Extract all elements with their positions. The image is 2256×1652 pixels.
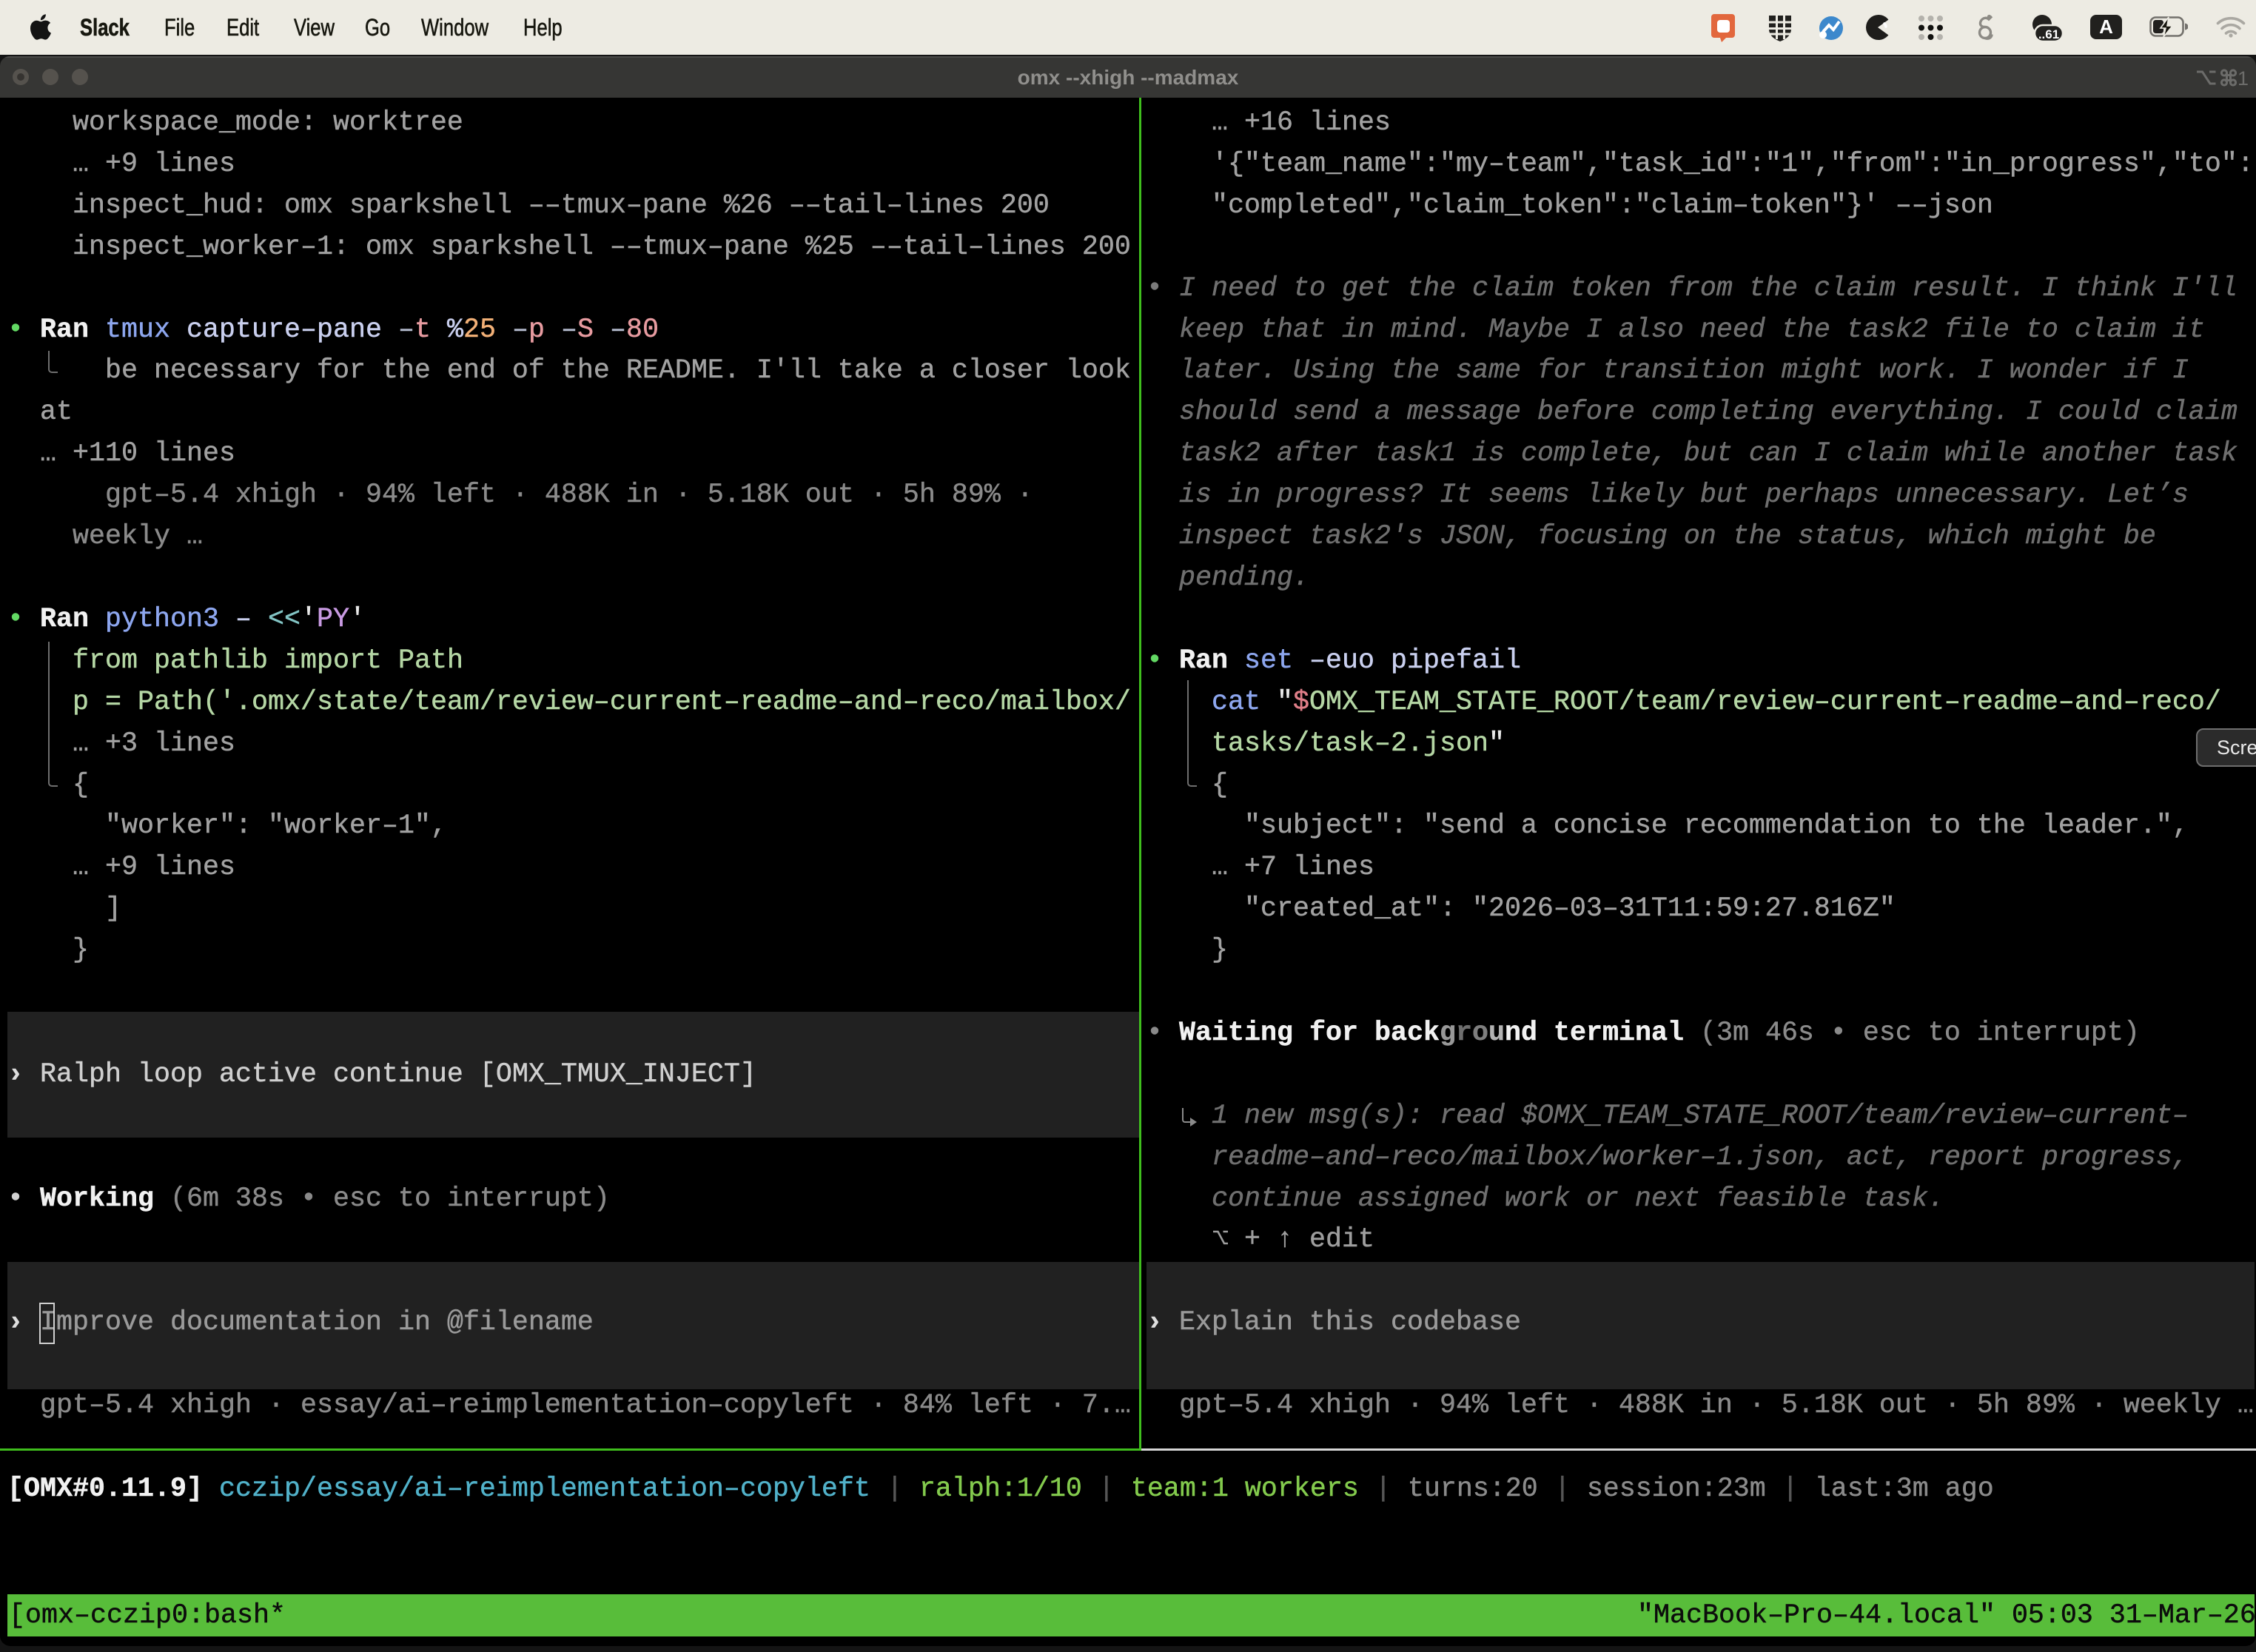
svg-text:..61: ..61 [2038, 27, 2059, 41]
svg-text:1: 1 [2237, 67, 2248, 89]
